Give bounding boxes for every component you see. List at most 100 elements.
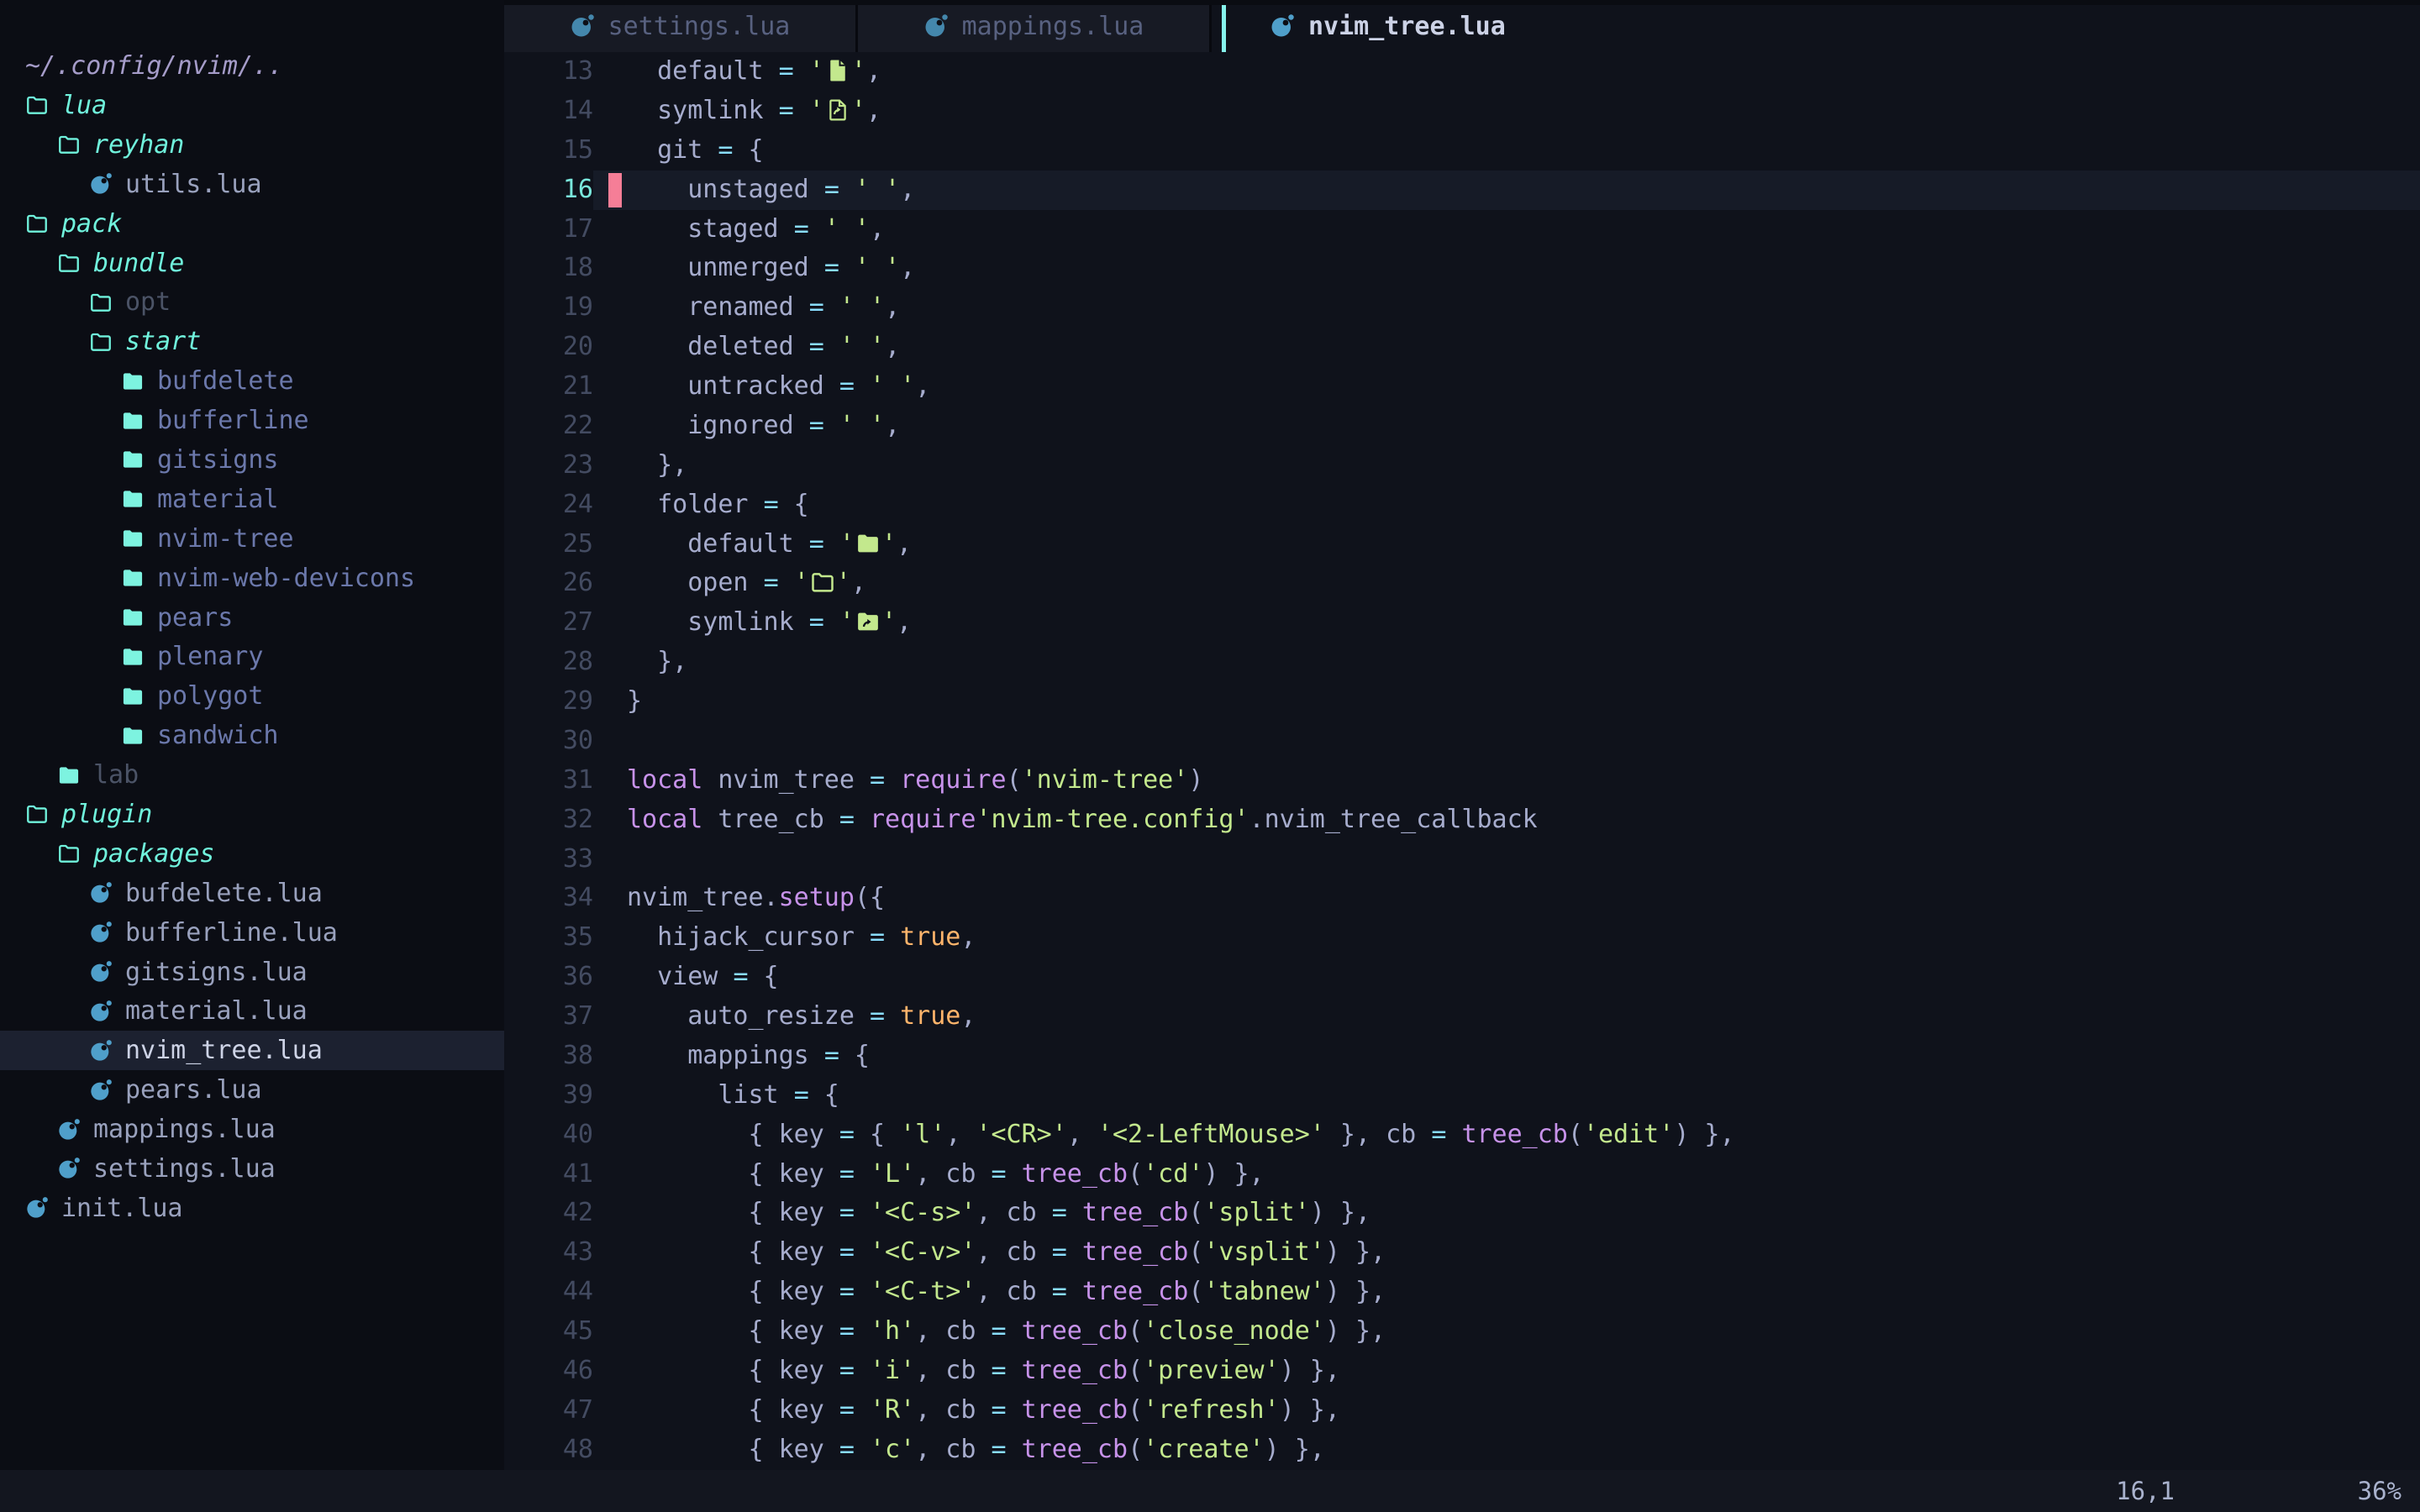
tree-item-init.lua[interactable]: init.lua	[0, 1189, 504, 1228]
tab-mappings.lua[interactable]: mappings.lua	[858, 0, 1212, 52]
code-line[interactable]: 13 default = '',	[504, 52, 2420, 92]
tree-item-mappings.lua[interactable]: mappings.lua	[0, 1110, 504, 1149]
tree-item-bundle[interactable]: bundle	[0, 244, 504, 283]
code-line[interactable]: 31local nvim_tree = require('nvim-tree')	[504, 761, 2420, 801]
tree-item-utils.lua[interactable]: utils.lua	[0, 165, 504, 204]
code-line[interactable]: 46 { key = 'i', cb = tree_cb('preview') …	[504, 1352, 2420, 1391]
code-text: unmerged = ' ',	[627, 249, 915, 288]
folder-icon	[121, 409, 145, 433]
tree-item-gitsigns[interactable]: gitsigns	[0, 440, 504, 480]
folder-open-icon	[25, 802, 49, 826]
tab-settings.lua[interactable]: settings.lua	[504, 0, 858, 52]
folder-icon	[121, 448, 145, 471]
code-line[interactable]: 38 mappings = {	[504, 1037, 2420, 1076]
tree-item-opt[interactable]: opt	[0, 282, 504, 322]
cursor-position: 16,1	[2116, 1477, 2175, 1505]
tree-item-polygot[interactable]: polygot	[0, 676, 504, 716]
tree-item-settings.lua[interactable]: settings.lua	[0, 1149, 504, 1189]
folder-open-icon	[57, 842, 81, 865]
code-line[interactable]: 40 { key = { 'l', '<CR>', '<2-LeftMouse>…	[504, 1116, 2420, 1155]
code-line[interactable]: 33	[504, 840, 2420, 879]
file-tree-sidebar: ~/.config/nvim/.. luareyhanutils.lua pack…	[0, 0, 504, 1470]
code-line[interactable]: 32local tree_cb = require'nvim-tree.conf…	[504, 801, 2420, 840]
code-line[interactable]: 26 open = '',	[504, 564, 2420, 603]
code-line[interactable]: 35 hijack_cursor = true,	[504, 918, 2420, 958]
code-line[interactable]: 37 auto_resize = true,	[504, 997, 2420, 1037]
tree-item-pears[interactable]: pears	[0, 598, 504, 638]
lua-icon	[25, 1196, 49, 1220]
tree-item-label: pack	[61, 209, 122, 239]
tree-item-plenary[interactable]: plenary	[0, 637, 504, 676]
tree-item-packages[interactable]: packages	[0, 834, 504, 874]
tree-item-label: plugin	[61, 800, 152, 829]
tree-item-label: opt	[125, 287, 171, 317]
code-line[interactable]: 20 deleted = ' ',	[504, 328, 2420, 367]
code-text: local tree_cb = require'nvim-tree.config…	[627, 801, 1538, 840]
tree-item-gitsigns.lua[interactable]: gitsigns.lua	[0, 953, 504, 992]
code-line[interactable]: 18 unmerged = ' ',	[504, 249, 2420, 288]
line-number: 35	[504, 918, 593, 958]
code-text: deleted = ' ',	[627, 328, 900, 367]
folder-icon	[121, 645, 145, 669]
line-number: 41	[504, 1155, 593, 1194]
code-line[interactable]: 30	[504, 722, 2420, 761]
tree-root-path[interactable]: ~/.config/nvim/..	[0, 46, 504, 86]
code-line[interactable]: 21 untracked = ' ',	[504, 367, 2420, 407]
tree-item-reyhan[interactable]: reyhan	[0, 125, 504, 165]
tree-item-nvim-web-devicons[interactable]: nvim-web-devicons	[0, 559, 504, 598]
code-line[interactable]: 43 { key = '<C-v>', cb = tree_cb('vsplit…	[504, 1233, 2420, 1273]
code-text: nvim_tree.setup({	[627, 879, 885, 918]
code-line[interactable]: 29}	[504, 682, 2420, 722]
code-line[interactable]: 39 list = {	[504, 1076, 2420, 1116]
code-line[interactable]: 44 { key = '<C-t>', cb = tree_cb('tabnew…	[504, 1273, 2420, 1312]
tree-item-lab[interactable]: lab	[0, 755, 504, 795]
tree-item-label: mappings.lua	[93, 1115, 276, 1144]
code-line[interactable]: 19 renamed = ' ',	[504, 288, 2420, 328]
tree-item-material[interactable]: material	[0, 480, 504, 519]
code-line[interactable]: 47 { key = 'R', cb = tree_cb('refresh') …	[504, 1391, 2420, 1431]
tree-item-bufdelete.lua[interactable]: bufdelete.lua	[0, 874, 504, 913]
tree-item-sandwich[interactable]: sandwich	[0, 716, 504, 755]
code-line[interactable]: 23 },	[504, 446, 2420, 486]
code-text: ignored = ' ',	[627, 407, 900, 446]
code-line[interactable]: 48 { key = 'c', cb = tree_cb('create') }…	[504, 1431, 2420, 1470]
tree-item-bufdelete[interactable]: bufdelete	[0, 361, 504, 401]
code-line[interactable]: 17 staged = ' ',	[504, 210, 2420, 249]
tree-item-plugin[interactable]: plugin	[0, 795, 504, 834]
tree-item-start[interactable]: start	[0, 322, 504, 361]
code-line[interactable]: 22 ignored = ' ',	[504, 407, 2420, 446]
tree-item-bufferline[interactable]: bufferline	[0, 401, 504, 440]
code-text: }	[627, 682, 642, 722]
code-line[interactable]: 41 { key = 'L', cb = tree_cb('cd') },	[504, 1155, 2420, 1194]
code-text: list = {	[627, 1076, 839, 1116]
code-line[interactable]: 27 symlink = '',	[504, 603, 2420, 643]
tree-item-nvim_tree.lua[interactable]: nvim_tree.lua	[0, 1031, 504, 1070]
code-line[interactable]: 14 symlink = '',	[504, 92, 2420, 131]
code-line[interactable]: 16 unstaged = ' ',	[504, 171, 2420, 210]
code-line[interactable]: 45 { key = 'h', cb = tree_cb('close_node…	[504, 1312, 2420, 1352]
tree-item-nvim-tree[interactable]: nvim-tree	[0, 519, 504, 559]
code-line[interactable]: 42 { key = '<C-s>', cb = tree_cb('split'…	[504, 1194, 2420, 1233]
code-line[interactable]: 25 default = '',	[504, 525, 2420, 564]
tree-item-lua[interactable]: lua	[0, 86, 504, 125]
tree-item-label: gitsigns.lua	[125, 958, 308, 987]
code-line[interactable]: 28 },	[504, 643, 2420, 682]
lua-icon	[1270, 13, 1295, 39]
code-line[interactable]: 15 git = {	[504, 131, 2420, 171]
tree-item-pears.lua[interactable]: pears.lua	[0, 1070, 504, 1110]
folder-icon	[121, 724, 145, 748]
tab-nvim_tree.lua[interactable]: nvim_tree.lua	[1226, 0, 1549, 52]
tree-item-material.lua[interactable]: material.lua	[0, 991, 504, 1031]
editor-buffer[interactable]: 13 default = '',14 symlink = '',15 git =…	[504, 52, 2420, 1470]
tree-item-bufferline.lua[interactable]: bufferline.lua	[0, 913, 504, 953]
line-number: 23	[504, 446, 593, 486]
code-line[interactable]: 34nvim_tree.setup({	[504, 879, 2420, 918]
tree-item-pack[interactable]: pack	[0, 204, 504, 244]
tree-item-label: polygot	[157, 681, 263, 711]
folder-open-icon	[89, 330, 113, 354]
line-number: 46	[504, 1352, 593, 1391]
lua-icon	[89, 881, 113, 905]
code-line[interactable]: 24 folder = {	[504, 486, 2420, 525]
code-line[interactable]: 36 view = {	[504, 958, 2420, 997]
line-number: 48	[504, 1431, 593, 1470]
